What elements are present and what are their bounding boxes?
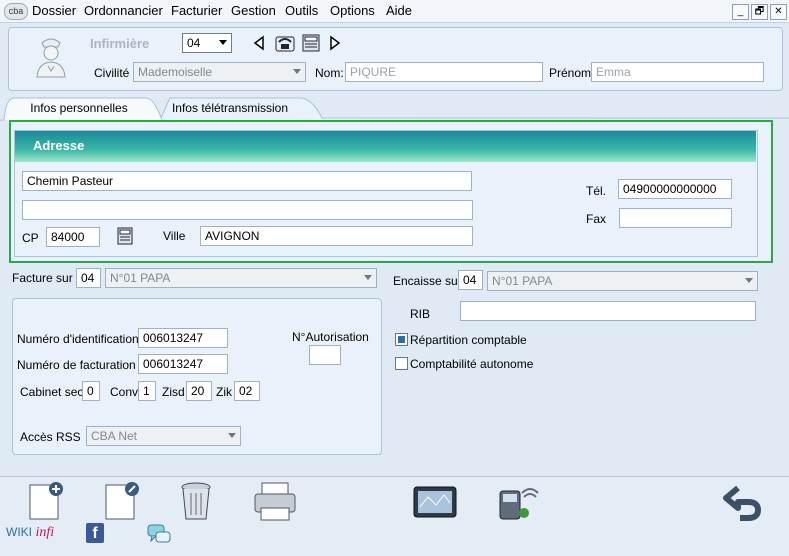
prenom-input[interactable]: Emma [591,62,764,82]
civilite-label: Civilité [94,66,130,80]
menu-outils[interactable]: Outils [285,3,318,18]
facture-sur-label: Facture sur [12,271,73,285]
wiki-infi-link[interactable]: WIKI infi [6,525,54,541]
menu-aide[interactable]: Aide [386,3,412,18]
infi-text: infi [35,525,55,540]
cp-input[interactable]: 84000 [46,227,100,247]
ville-input[interactable]: AVIGNON [200,226,473,246]
close-button[interactable]: ✕ [770,4,787,20]
cp-label: CP [22,231,39,245]
acces-rss-label: Accès RSS [20,430,81,444]
new-document-icon[interactable] [26,481,66,523]
facture-value: N°01 PAPA [110,271,171,285]
nom-input[interactable]: PIQURE [345,62,543,82]
acces-rss-select[interactable]: CBA Net [86,426,241,446]
nom-label: Nom: [315,66,344,80]
zik-label: Zik [216,385,232,399]
menu-facturier[interactable]: Facturier [171,3,222,18]
menu-dossier[interactable]: Dossier [32,3,76,18]
zisd-input[interactable]: 20 [186,381,212,401]
chat-icon[interactable] [146,523,172,545]
autorisation-input[interactable] [309,345,341,365]
adresse-title: Adresse [33,138,85,153]
rib-label: RIB [410,307,431,321]
cabinet-label: Cabinet sec. [20,385,87,399]
restore-button[interactable]: 🗗 [751,4,768,20]
acces-rss-value: CBA Net [91,429,138,443]
zik-input[interactable]: 02 [234,381,260,401]
num-fact-input[interactable]: 006013247 [138,354,228,374]
comptabilite-label: Comptabilité autonome [410,357,534,371]
adresse-header-bar [15,131,756,162]
conv-input[interactable]: 1 [138,381,156,401]
back-arrow-icon[interactable] [722,482,768,522]
tel-label: Tél. [586,184,607,198]
menu-bar: cba Dossier Ordonnancier Facturier Gesti… [0,0,789,23]
ville-label: Ville [163,229,186,243]
phone-card-icon[interactable] [274,33,296,53]
nurse-number-select[interactable]: 04 [182,33,232,53]
calculator-icon[interactable] [302,34,320,52]
nurse-avatar-icon [36,38,66,78]
fax-label: Fax [586,212,607,226]
previous-arrow-icon[interactable] [252,35,266,51]
zisd-label: Zisd [162,385,185,399]
encaisse-sur-label: Encaisse sur [393,274,462,288]
num-fact-label: Numéro de facturation [17,358,136,372]
phone-transmission-icon[interactable] [494,481,542,523]
menu-ordonnancier[interactable]: Ordonnancier [84,3,163,18]
printer-icon[interactable] [252,481,298,523]
tab-infos-teletransmission[interactable]: Infos télétransmission [166,98,294,118]
trash-icon[interactable] [178,481,214,523]
app-logo: cba [4,3,28,20]
adresse-line1-input[interactable]: Chemin Pasteur [22,171,472,191]
tel-input[interactable]: 04900000000000 [618,179,732,199]
facebook-icon[interactable]: f [86,523,104,543]
adresse-line2-input[interactable] [22,200,473,220]
next-arrow-icon[interactable] [328,35,342,51]
comptabilite-checkbox[interactable] [395,357,408,370]
autorisation-label: N°Autorisation [292,330,369,344]
encaisse-value: N°01 PAPA [492,274,553,288]
num-ident-label: Numéro d'identification [17,332,139,346]
page-title: Infirmière [90,36,150,51]
repartition-label: Répartition comptable [410,333,527,347]
tab-infos-personnelles[interactable]: Infos personnelles [10,98,148,118]
facture-select[interactable]: N°01 PAPA [105,268,377,288]
menu-options[interactable]: Options [330,3,375,18]
civilite-select[interactable]: Mademoiselle [133,62,306,82]
conv-label: Conv [110,385,139,399]
repartition-checkbox[interactable] [395,333,408,346]
nurse-number-value: 04 [187,36,201,50]
facture-number-input[interactable]: 04 [76,268,101,288]
card-reader-icon[interactable] [410,481,460,523]
edit-document-icon[interactable] [100,481,140,523]
calculator-icon[interactable] [117,227,133,245]
civilite-value: Mademoiselle [138,65,213,79]
prenom-label: Prénom [549,66,592,80]
encaisse-number-input[interactable]: 04 [458,270,483,290]
menu-gestion[interactable]: Gestion [231,3,276,18]
encaisse-select[interactable]: N°01 PAPA [487,271,758,291]
fax-input[interactable] [619,208,732,228]
rib-input[interactable] [460,301,756,321]
num-ident-input[interactable]: 006013247 [138,328,228,348]
minimize-button[interactable]: _ [732,4,749,20]
cabinet-input[interactable]: 0 [82,381,100,401]
wiki-text: WIKI [6,525,32,539]
